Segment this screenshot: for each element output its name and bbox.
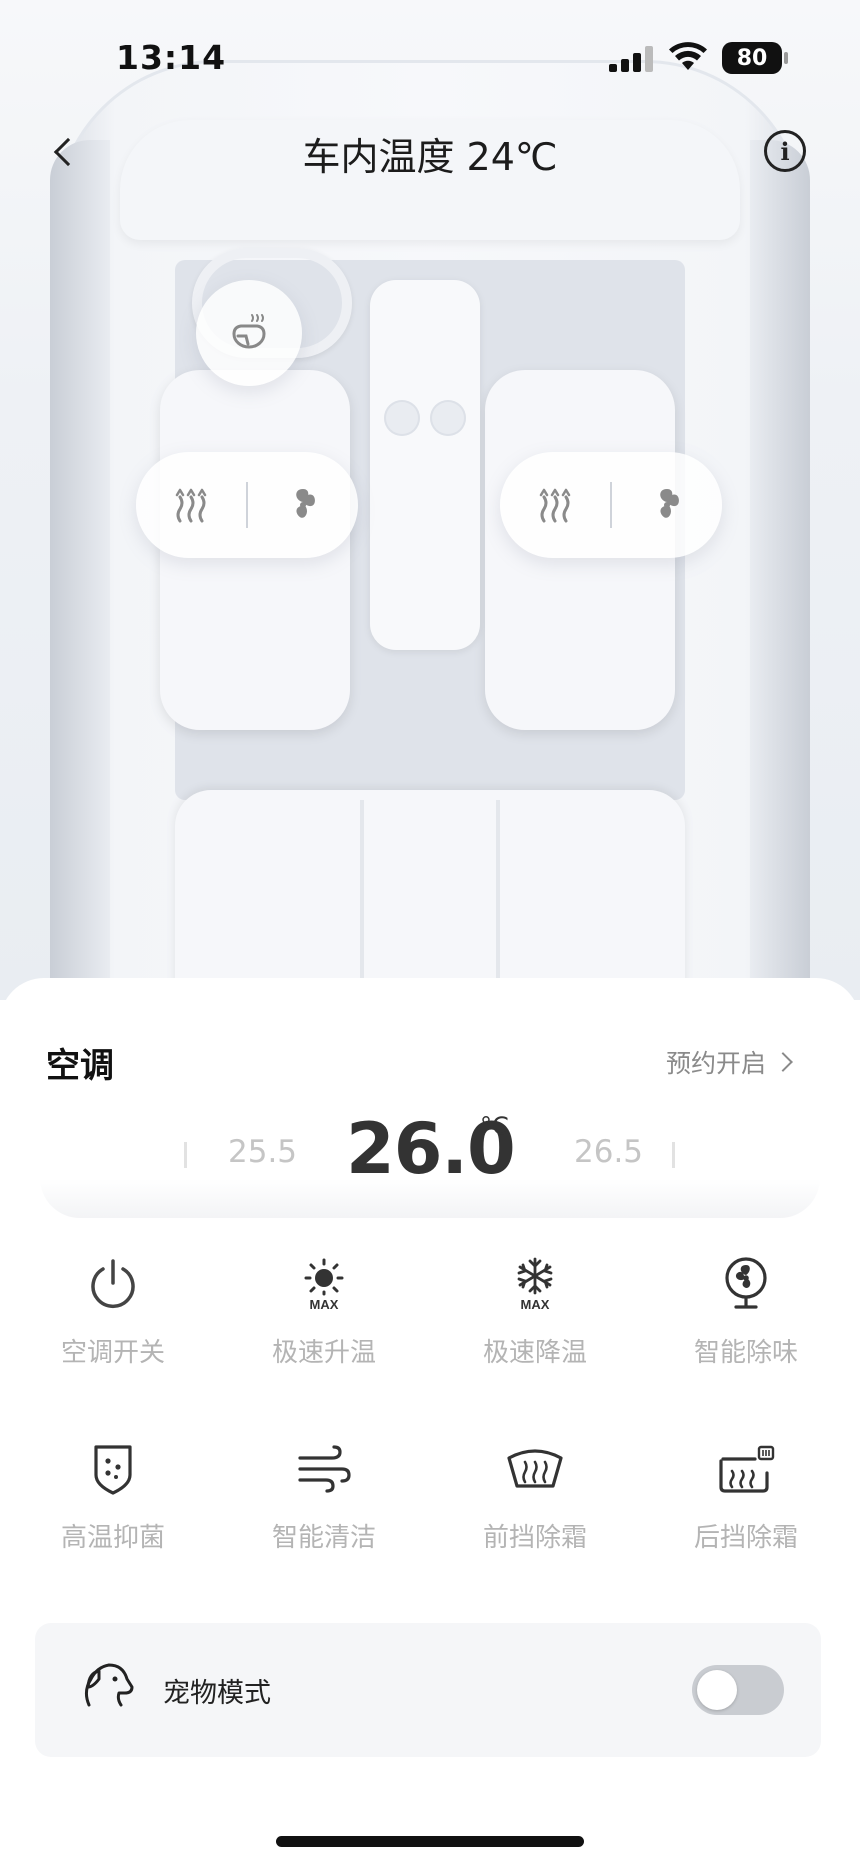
wind-clean-icon (298, 1445, 351, 1493)
seat-heat-icon (175, 488, 207, 523)
rear-defrost-icon (719, 1445, 775, 1493)
temp-unit: °C (480, 1112, 509, 1140)
rapid-cool-label: 极速降温 (482, 1338, 587, 1368)
rear-bench-shape (175, 790, 685, 1000)
console-knob (384, 400, 420, 436)
schedule-start-link[interactable]: 预约开启 (666, 1044, 793, 1080)
driver-seat-vent-button[interactable] (248, 452, 358, 558)
battery-indicator: 80 (722, 42, 782, 74)
passenger-seat-controls (500, 452, 722, 558)
dog-icon (84, 1663, 134, 1707)
toggle-knob (697, 1670, 737, 1710)
rear-defrost-button[interactable]: 后挡除霜 (641, 1433, 851, 1583)
max-badge: MAX (521, 1297, 550, 1312)
rear-seat-divider (360, 800, 364, 1000)
smart-clean-label: 智能清洁 (271, 1523, 376, 1553)
pet-mode-toggle[interactable] (692, 1665, 784, 1715)
console-knob (430, 400, 466, 436)
front-defrost-label: 前挡除霜 (482, 1523, 587, 1553)
info-glyph: i (780, 136, 790, 166)
climate-sheet: 空调 预约开启 25.5 26.0 °C 26.5 空调开关 MAX 极速升温 … (0, 978, 860, 1864)
temperature-picker[interactable]: 25.5 26.0 °C 26.5 (40, 1088, 820, 1218)
rapid-heat-button[interactable]: MAX 极速升温 (219, 1248, 429, 1398)
car-door-right (750, 140, 810, 1000)
smart-clean-button[interactable]: 智能清洁 (219, 1433, 429, 1583)
page-title: 车内温度 24℃ (302, 135, 558, 179)
temp-next-value[interactable]: 26.5 (574, 1134, 643, 1170)
smart-deodorize-label: 智能除味 (693, 1338, 798, 1368)
snowflake-max-icon: MAX (517, 1257, 553, 1312)
smart-deodorize-button[interactable]: 智能除味 (641, 1248, 851, 1398)
rapid-cool-button[interactable]: MAX 极速降温 (430, 1248, 640, 1398)
chevron-right-icon (773, 1052, 793, 1072)
temp-prev-value[interactable]: 25.5 (228, 1134, 297, 1170)
ac-power-button[interactable]: 空调开关 (8, 1248, 218, 1398)
pet-mode-row: 宠物模式 (35, 1623, 821, 1757)
seat-heat-icon (539, 488, 571, 523)
rapid-heat-label: 极速升温 (271, 1338, 376, 1368)
status-bar: 13:14 80 (0, 0, 860, 110)
home-indicator[interactable] (276, 1836, 584, 1847)
steering-wheel-heat-icon (232, 314, 266, 349)
fan-purifier-icon (725, 1257, 767, 1309)
passenger-seat-heat-button[interactable] (500, 452, 610, 558)
pet-mode-label: 宠物模式 (163, 1678, 271, 1709)
passenger-seat-vent-button[interactable] (612, 452, 722, 558)
max-badge: MAX (310, 1297, 339, 1312)
status-time: 13:14 (116, 38, 227, 77)
climate-title: 空调 (46, 1046, 114, 1086)
seat-ventilation-fan-icon (296, 489, 315, 518)
center-console (370, 280, 480, 650)
high-temp-sterilize-button[interactable]: 高温抑菌 (8, 1433, 218, 1583)
sun-max-icon: MAX (304, 1258, 344, 1312)
steering-wheel-heat-button[interactable] (196, 280, 302, 386)
info-icon[interactable]: i (764, 130, 806, 172)
ac-power-label: 空调开关 (60, 1338, 165, 1368)
driver-seat-heat-button[interactable] (136, 452, 246, 558)
back-button[interactable] (40, 128, 88, 176)
temp-tick (672, 1142, 675, 1168)
high-temp-sterilize-label: 高温抑菌 (60, 1523, 165, 1553)
battery-cap (784, 52, 788, 64)
front-defrost-button[interactable]: 前挡除霜 (430, 1433, 640, 1583)
shield-sterilize-icon (94, 1445, 132, 1495)
seat-ventilation-fan-icon (660, 489, 679, 518)
driver-seat-controls (136, 452, 358, 558)
schedule-label: 预约开启 (666, 1049, 767, 1078)
car-door-left (50, 140, 110, 1000)
wifi-icon (669, 42, 707, 70)
front-defrost-icon (507, 1449, 563, 1488)
rear-seat-divider (496, 800, 500, 1000)
power-icon (91, 1259, 135, 1308)
cellular-signal-icon (609, 46, 653, 72)
chevron-left-icon (53, 137, 83, 167)
temp-tick (184, 1142, 187, 1168)
rear-defrost-label: 后挡除霜 (693, 1523, 798, 1553)
